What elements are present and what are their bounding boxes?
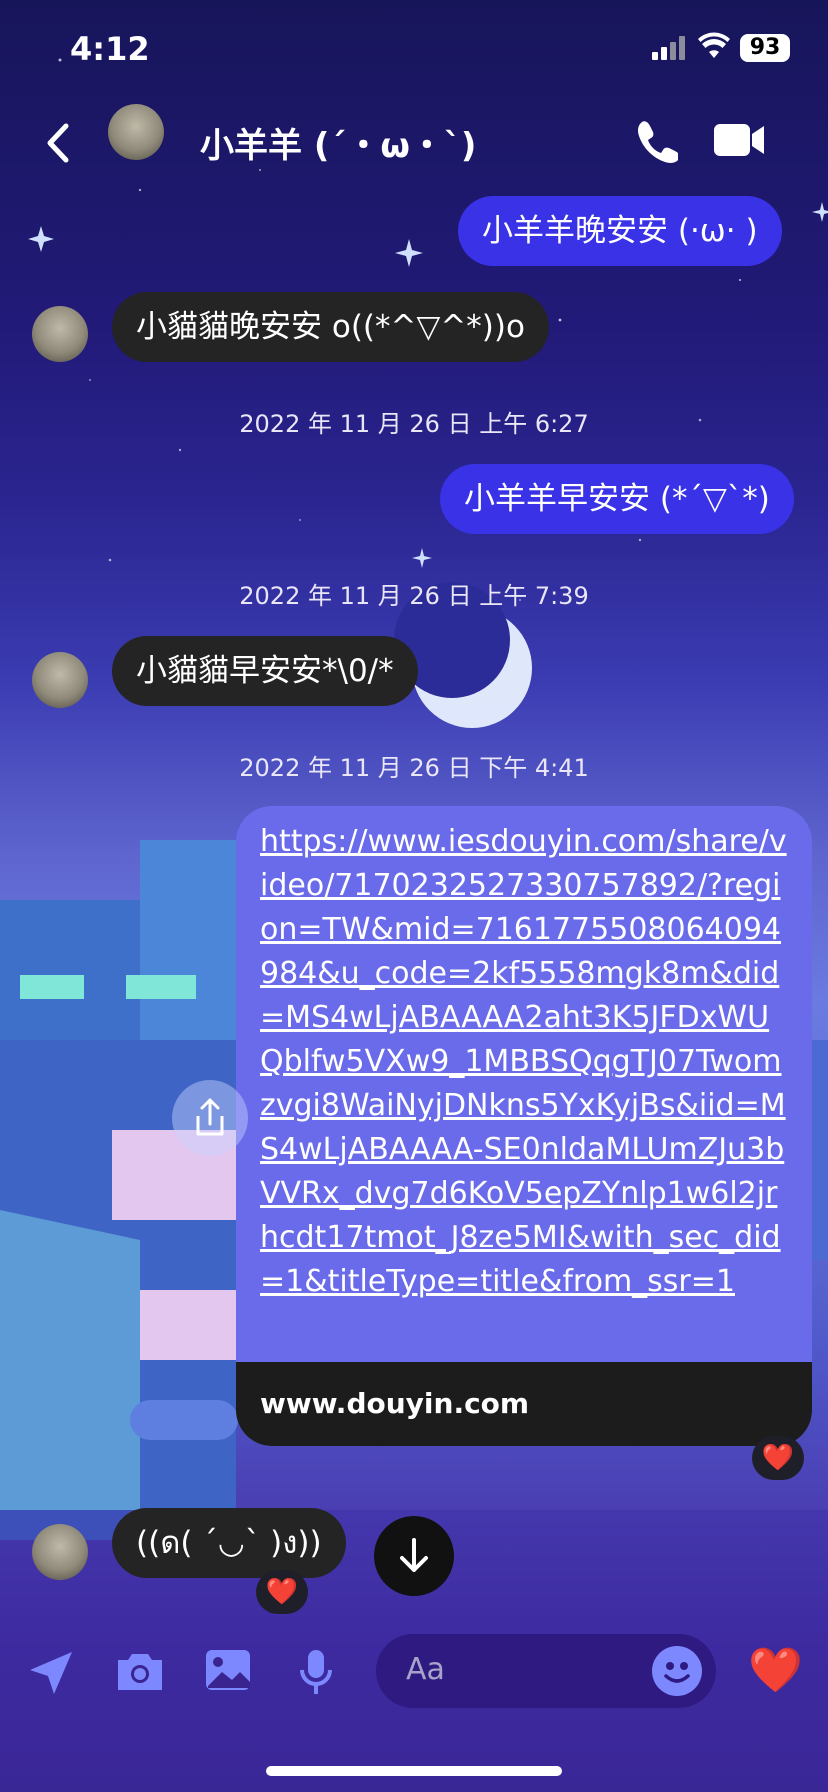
link-preview-message[interactable]: https://www.iesdouyin.com/share/video/71… (236, 806, 812, 1446)
arrow-down-icon (400, 1538, 428, 1572)
cellular-signal-icon (652, 36, 685, 60)
contact-avatar[interactable] (108, 104, 164, 160)
shared-link-url[interactable]: https://www.iesdouyin.com/share/video/71… (236, 806, 812, 1304)
clock: 4:12 (70, 30, 150, 68)
sender-avatar[interactable] (32, 652, 88, 708)
gallery-icon[interactable] (204, 1648, 252, 1694)
message-incoming[interactable]: ((ด( ´◡` )ง)) (112, 1508, 346, 1578)
status-bar: 4:12 93 (0, 0, 828, 100)
microphone-icon[interactable] (296, 1648, 336, 1698)
message-input-placeholder: Aa (406, 1652, 445, 1687)
location-arrow-icon[interactable] (26, 1648, 76, 1698)
message-input[interactable]: Aa (376, 1634, 716, 1708)
sender-avatar[interactable] (32, 1524, 88, 1580)
phone-call-icon[interactable] (632, 118, 678, 164)
message-outgoing[interactable]: 小羊羊早安安 (*´▽`*) (440, 464, 794, 534)
home-indicator (266, 1766, 562, 1776)
link-domain[interactable]: www.douyin.com (236, 1362, 812, 1446)
message-outgoing[interactable]: 小羊羊晚安安 (·ω· ) (458, 196, 782, 266)
contact-name[interactable]: 小羊羊 (´・ω・`) (200, 118, 476, 167)
back-arrow-icon[interactable] (38, 118, 78, 168)
message-timestamp: 2022 年 11 月 26 日 上午 6:27 (239, 410, 589, 438)
share-icon[interactable] (172, 1080, 248, 1156)
chat-header: 小羊羊 (´・ω・`) (0, 100, 828, 190)
wifi-icon (698, 32, 730, 58)
message-incoming[interactable]: 小貓貓晚安安 o((*^▽^*))o (112, 292, 549, 362)
heart-reaction-badge[interactable]: ❤️ (256, 1570, 308, 1614)
sender-avatar[interactable] (32, 306, 88, 362)
heart-reaction-badge[interactable]: ❤️ (752, 1436, 804, 1480)
emoji-icon[interactable] (652, 1646, 702, 1696)
scroll-to-bottom-button[interactable] (374, 1516, 454, 1596)
camera-icon[interactable] (114, 1648, 166, 1694)
send-heart-button[interactable]: ❤️ (748, 1644, 803, 1696)
message-incoming[interactable]: 小貓貓早安安*\0/* (112, 636, 418, 706)
message-timestamp: 2022 年 11 月 26 日 下午 4:41 (239, 754, 589, 782)
video-call-icon[interactable] (714, 122, 766, 158)
battery-indicator: 93 (740, 34, 790, 62)
message-timestamp: 2022 年 11 月 26 日 上午 7:39 (239, 582, 589, 610)
